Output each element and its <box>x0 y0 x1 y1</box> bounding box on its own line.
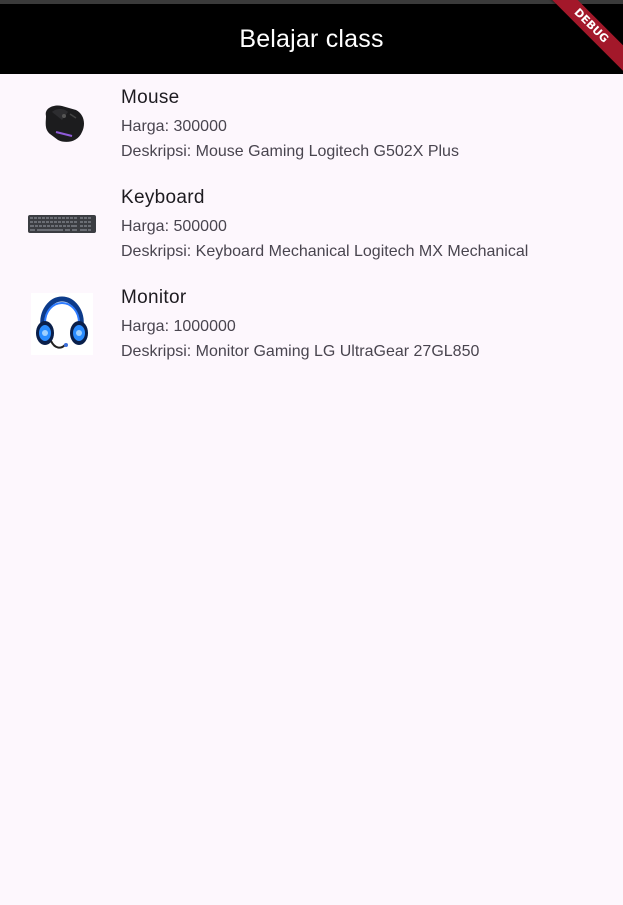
keyboard-image <box>26 188 98 260</box>
keyboard-icon <box>28 215 96 233</box>
gaming-mouse-icon <box>45 105 84 142</box>
item-name: Keyboard <box>121 187 205 208</box>
list-item[interactable]: Monitor Harga: 1000000 Deskripsi: Monito… <box>0 274 623 374</box>
item-description: Deskripsi: Monitor Gaming LG UltraGear 2… <box>121 343 480 360</box>
item-price: Harga: 500000 <box>121 218 227 235</box>
list-item-info: Monitor Harga: 1000000 Deskripsi: Monito… <box>121 286 613 364</box>
list-item-info: Mouse Harga: 300000 Deskripsi: Mouse Gam… <box>121 86 613 164</box>
item-description: Deskripsi: Mouse Gaming Logitech G502X P… <box>121 143 459 160</box>
item-price: Harga: 300000 <box>121 118 227 135</box>
list-item-info: Keyboard Harga: 500000 Deskripsi: Keyboa… <box>121 186 613 264</box>
list-item[interactable]: Mouse Harga: 300000 Deskripsi: Mouse Gam… <box>0 74 623 174</box>
product-list: Mouse Harga: 300000 Deskripsi: Mouse Gam… <box>0 74 623 374</box>
item-name: Monitor <box>121 287 187 308</box>
gaming-headset-image <box>26 288 98 360</box>
list-item[interactable]: Keyboard Harga: 500000 Deskripsi: Keyboa… <box>0 174 623 274</box>
gaming-mouse-image <box>26 88 98 160</box>
gaming-headset-icon <box>31 293 93 355</box>
app-bar: Belajar class <box>0 4 623 74</box>
app-bar-title: Belajar class <box>239 24 384 53</box>
item-price: Harga: 1000000 <box>121 318 236 335</box>
item-description: Deskripsi: Keyboard Mechanical Logitech … <box>121 243 529 260</box>
item-name: Mouse <box>121 87 180 108</box>
